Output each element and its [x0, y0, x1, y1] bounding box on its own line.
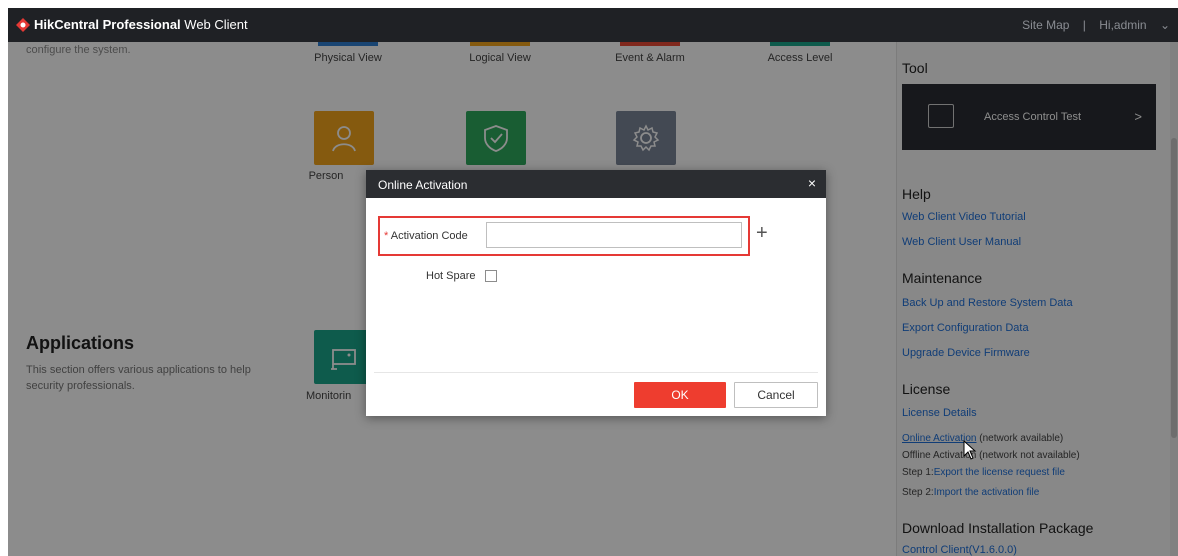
brand-suffix: Web Client	[184, 17, 248, 32]
top-right-menu: Site Map | Hi,admin ⌄	[1012, 18, 1170, 32]
dialog-footer-divider	[374, 372, 818, 373]
brand-name: HikCentral Professional	[34, 17, 181, 32]
activation-code-label: * Activation Code	[384, 230, 468, 242]
user-menu[interactable]: Hi,admin	[1099, 18, 1146, 32]
add-icon[interactable]: +	[756, 223, 768, 243]
activation-code-label-text: Activation Code	[390, 230, 468, 242]
dialog-title: Online Activation	[378, 178, 468, 192]
app-title: HikCentral Professional Web Client	[34, 17, 248, 32]
separator: |	[1082, 18, 1086, 32]
ok-button[interactable]: OK	[634, 382, 726, 408]
activation-code-input[interactable]	[486, 222, 742, 248]
cancel-button[interactable]: Cancel	[734, 382, 818, 408]
top-bar: HikCentral Professional Web Client Site …	[8, 8, 1178, 42]
close-icon[interactable]: ×	[808, 175, 816, 191]
hikcentral-logo-icon	[16, 18, 30, 32]
mouse-cursor-icon	[963, 440, 977, 460]
dialog-header: Online Activation ×	[366, 170, 826, 198]
chevron-down-icon[interactable]: ⌄	[1160, 18, 1170, 32]
site-map-link[interactable]: Site Map	[1022, 18, 1069, 32]
online-activation-dialog: Online Activation × * Activation Code + …	[366, 170, 826, 416]
required-mark: *	[384, 230, 389, 242]
hot-spare-checkbox[interactable]	[485, 270, 497, 282]
app-window: HikCentral Professional Web Client Site …	[8, 8, 1178, 556]
hot-spare-label: Hot Spare	[426, 270, 476, 282]
